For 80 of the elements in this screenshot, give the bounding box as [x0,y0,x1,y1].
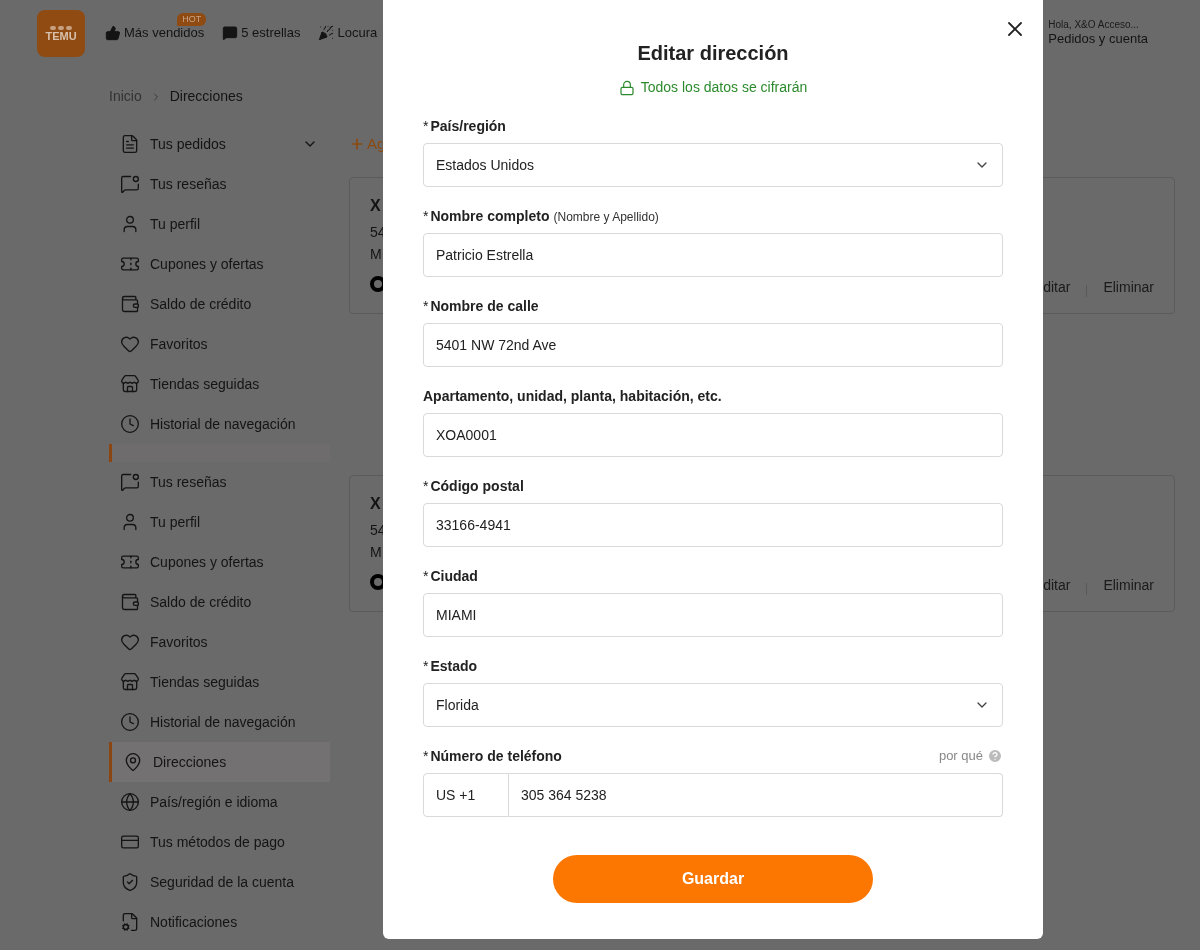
address-line: M [370,245,383,264]
sidebar-item[interactable]: Seguridad de la cuenta [109,862,330,902]
input-field[interactable]: Patricio Estrella [423,233,1003,277]
field-label: Apartamento, unidad, planta, habitación, etc. [423,386,722,406]
party-popper-icon [318,24,335,41]
thumbs-up-icon [105,24,121,41]
lock-icon [618,79,635,96]
field-label: *Nombre de calle [423,296,539,316]
hot-badge: HOT [177,13,207,26]
globe-icon [120,792,140,812]
field-label: *Ciudad [423,566,478,586]
document-icon [120,134,140,154]
sidebar-item[interactable]: Tus reseñas [109,164,330,204]
input-field[interactable]: XOA0001 [423,413,1003,457]
breadcrumb-link[interactable]: Direcciones [169,86,243,107]
address-action-link[interactable]: ditar [1043,575,1071,595]
logo-text: TEMU [45,30,77,42]
sidebar-item[interactable]: Saldo de crédito [109,582,330,622]
address-name: X [370,196,382,216]
input-field[interactable]: MIAMI [423,593,1003,637]
save-button[interactable]: Guardar [553,855,873,903]
sidebar-item[interactable]: Tus reseñas [109,462,330,502]
shield-icon [120,872,140,892]
sidebar-item[interactable]: Cupones y ofertas [109,244,330,284]
heart-icon [120,334,140,354]
sidebar-item[interactable]: País/región e idioma [109,782,330,822]
sidebar-item[interactable]: Direcciones [109,742,330,782]
sidebar-item[interactable]: Favoritos [109,622,330,662]
store-icon [120,672,140,692]
sidebar-item[interactable]: Saldo de crédito [109,284,330,324]
select-field[interactable]: Florida [423,683,1003,727]
field-label: *Nombre completo (Nombre y Apellido) [423,206,659,226]
select-field[interactable]: Estados Unidos [423,143,1003,187]
wallet-icon [120,294,140,314]
field-label: *Número de teléfono [423,746,562,766]
location-pin-icon [123,752,143,772]
wallet-icon [120,592,140,612]
chat-bubble-icon [222,24,239,41]
sidebar-item[interactable]: Tu perfil [109,204,330,244]
account-link[interactable]: Pedidos y cuenta [1048,31,1148,47]
address-action-link[interactable]: Eliminar [1103,277,1154,297]
address-action-link[interactable]: ditar [1043,277,1071,297]
input-field[interactable]: 5401 NW 72nd Ave [423,323,1003,367]
input-field[interactable]: 33166-4941 [423,503,1003,547]
chat-bubble-icon [120,472,140,492]
logo-glyphs-icon [50,25,72,30]
store-icon [120,374,140,394]
address-line: M [370,543,383,562]
help-link[interactable]: por qué [938,746,983,766]
nav-link[interactable]: Más vendidos [124,23,205,43]
sidebar-item[interactable]: Tus pedidos [109,124,330,164]
clock-icon [120,712,140,732]
encryption-notice: Todos los datos se cifrarán [640,78,808,97]
nav-link[interactable]: Locura [337,23,378,43]
logo[interactable]: TEMU [37,10,85,57]
chat-bubble-icon [120,174,140,194]
sidebar-item[interactable]: Tiendas seguidas [109,662,330,702]
document-gear-icon [120,912,140,932]
sidebar-item[interactable]: Historial de navegación [109,702,330,742]
sidebar-item[interactable]: Historial de navegación [109,404,330,444]
address-action-link[interactable]: Eliminar [1103,575,1154,595]
nav-link[interactable]: 5 estrellas [241,23,301,43]
help-icon[interactable] [987,748,1003,764]
phone-input-field[interactable]: 305 364 5238 [509,773,1003,817]
sidebar-item[interactable]: Tus métodos de pago [109,822,330,862]
country-code-select[interactable]: US +1 [423,773,509,817]
sidebar-item[interactable]: Tiendas seguidas [109,364,330,404]
breadcrumb-link[interactable]: Inicio [109,86,142,107]
sidebar-item[interactable]: Favoritos [109,324,330,364]
sidebar-item[interactable]: Tu perfil [109,502,330,542]
address-name: X [370,494,382,514]
sidebar-item[interactable]: Notificaciones [109,902,330,942]
field-label: *Estado [423,656,478,676]
clock-icon [120,414,140,434]
heart-icon [120,632,140,652]
dialog-title: Editar dirección [636,41,790,65]
sidebar-item[interactable]: Cupones y ofertas [109,542,330,582]
field-label: *Código postal [423,476,524,496]
account-greeting: Hola, X&O Acceso... [1048,19,1139,31]
field-label: *País/región [423,116,506,136]
